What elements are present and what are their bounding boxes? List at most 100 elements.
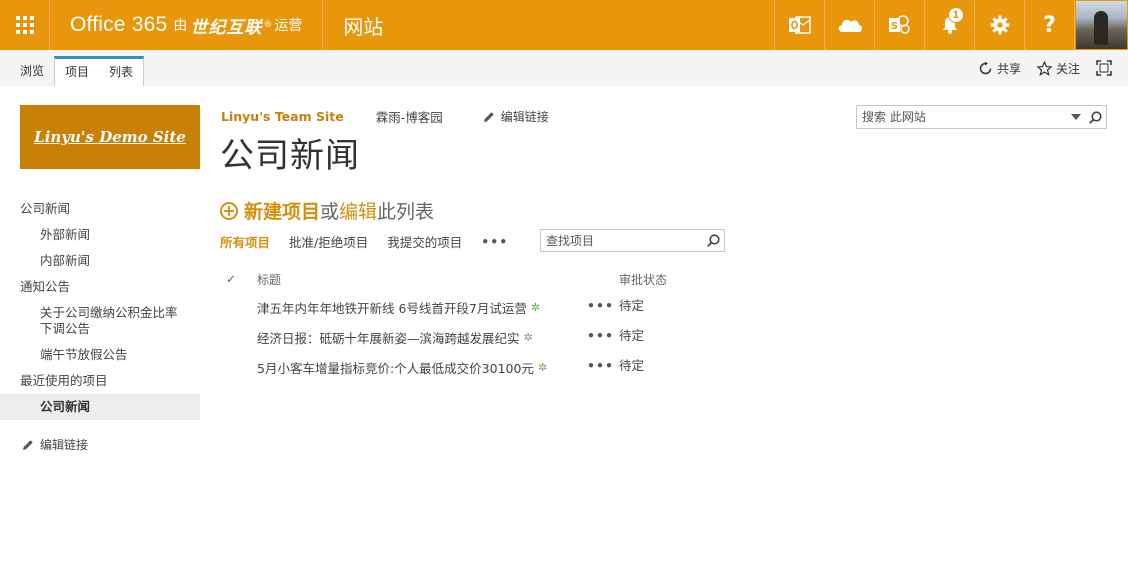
row-title-link[interactable]: 经济日报：砥砺十年展新姿—滨海跨越发展纪实 ✲ [257, 328, 619, 347]
nav-item-company-news[interactable]: 公司新闻 [0, 196, 200, 222]
nav-item-internal-news[interactable]: 内部新闻 [0, 248, 200, 274]
table-row[interactable]: 津五年内年年地铁开新线 6号线首开段7月试运营 ✲ ••• 待定 [220, 292, 740, 322]
row-status: 待定 [619, 297, 645, 313]
gear-icon [990, 15, 1009, 35]
section-title[interactable]: 网站 [323, 0, 403, 50]
site-search-input[interactable] [857, 106, 1068, 128]
avatar [1076, 1, 1127, 49]
user-avatar-button[interactable] [1074, 0, 1128, 50]
column-header-title[interactable]: 标题 [257, 271, 619, 288]
suite-bar: Office 365 由 世纪互联 ® 运营 网站 S 1 ? [0, 0, 1128, 50]
site-logo-text: Linyu's Demo Site [34, 128, 186, 146]
nav-item-recent[interactable]: 最近使用的项目 [0, 368, 200, 394]
brand-by-text: 由 [173, 18, 188, 34]
site-search-button[interactable] [1084, 110, 1106, 124]
settings-button[interactable] [974, 0, 1024, 50]
pencil-icon [483, 111, 494, 122]
search-icon [1088, 110, 1102, 124]
nav-item-recent-company-news[interactable]: 公司新闻 [0, 394, 200, 420]
share-button[interactable]: 共享 [978, 60, 1021, 77]
edit-list-link[interactable]: 编辑 [339, 197, 377, 224]
star-icon [1036, 60, 1052, 76]
site-search-box [856, 105, 1107, 129]
find-item-input[interactable] [541, 233, 702, 248]
share-icon [979, 61, 992, 74]
row-title-link[interactable]: 津五年内年年地铁开新线 6号线首开段7月试运营 ✲ [257, 298, 619, 317]
new-item-bar: + 新建项目 或 编辑 此列表 [220, 197, 434, 224]
new-item-icon: ✲ [537, 360, 548, 374]
new-item-icon: ✲ [530, 300, 541, 314]
brand-corp-text: 世纪互联 [190, 17, 263, 38]
sharepoint-button[interactable]: S [874, 0, 924, 50]
search-icon [706, 234, 720, 247]
view-all-items[interactable]: 所有项目 [220, 232, 270, 251]
find-item-button[interactable] [702, 234, 724, 247]
help-button[interactable]: ? [1024, 0, 1074, 50]
tab-items[interactable]: 项目 [55, 59, 99, 86]
brand-office-text: Office 365 [70, 13, 168, 36]
fullscreen-icon [1096, 60, 1112, 76]
nav-edit-links-label: 编辑链接 [40, 438, 89, 452]
new-item-or-text: 或 [320, 201, 340, 223]
ribbon-tabs: 浏览 项目 列表 [10, 50, 145, 86]
view-more-button[interactable]: ••• [481, 234, 508, 249]
list-tools-tab-group: 项目 列表 [54, 56, 145, 86]
tab-browse[interactable]: 浏览 [10, 56, 54, 86]
news-list: ✓ 标题 审批状态 津五年内年年地铁开新线 6号线首开段7月试运营 ✲ ••• … [220, 266, 740, 382]
select-all-checkmark[interactable]: ✓ [220, 272, 257, 286]
view-approve-reject[interactable]: 批准/拒绝项目 [289, 232, 368, 251]
caret-down-icon [1071, 114, 1081, 120]
notifications-button[interactable]: 1 [924, 0, 974, 50]
quick-launch-nav: 公司新闻 外部新闻 内部新闻 通知公告 关于公司缴纳公积金比率下调公告 端午节放… [0, 196, 200, 420]
row-title-text: 5月小客车增量指标竞价:个人最低成交价30100元 [257, 360, 534, 376]
nav-edit-links-button[interactable]: 编辑链接 [22, 436, 88, 453]
breadcrumb-blog-link[interactable]: 霖雨-博客园 [376, 107, 443, 126]
sharepoint-icon: S [888, 15, 910, 34]
row-more-button[interactable]: ••• [587, 328, 614, 343]
search-scope-dropdown[interactable] [1068, 114, 1084, 120]
find-item-box [540, 229, 725, 252]
waffle-icon [15, 16, 34, 34]
page-title: 公司新闻 [220, 136, 360, 176]
breadcrumb-site-link[interactable]: Linyu's Team Site [221, 109, 344, 124]
follow-label: 关注 [1055, 61, 1080, 76]
nav-item-external-news[interactable]: 外部新闻 [0, 222, 200, 248]
help-icon: ? [1043, 12, 1056, 38]
column-header-status[interactable]: 审批状态 [619, 271, 719, 288]
focus-content-button[interactable] [1096, 60, 1116, 76]
onedrive-button[interactable] [824, 0, 874, 50]
view-selector: 所有项目 批准/拒绝项目 我提交的项目 ••• [220, 229, 508, 253]
view-my-submissions[interactable]: 我提交的项目 [387, 232, 462, 251]
brand-logo[interactable]: Office 365 由 世纪互联 ® 运营 [50, 0, 324, 50]
svg-text:S: S [890, 21, 897, 32]
nav-item-announcements[interactable]: 通知公告 [0, 274, 200, 300]
nav-item-holiday-notice[interactable]: 端午节放假公告 [0, 342, 200, 368]
table-row[interactable]: 5月小客车增量指标竞价:个人最低成交价30100元 ✲ ••• 待定 [220, 352, 740, 382]
new-item-icon: ✲ [523, 330, 533, 344]
row-status: 待定 [619, 357, 645, 373]
share-label: 共享 [996, 61, 1021, 76]
ribbon-actions: 共享 关注 [962, 50, 1128, 86]
suite-bar-actions: S 1 ? [774, 0, 1128, 50]
tab-list[interactable]: 列表 [99, 59, 143, 86]
nav-item-housing-fund-notice[interactable]: 关于公司缴纳公积金比率下调公告 [0, 300, 200, 342]
row-status: 待定 [619, 327, 645, 343]
follow-button[interactable]: 关注 [1036, 60, 1080, 77]
app-launcher-button[interactable] [0, 0, 50, 50]
top-edit-links-label: 编辑链接 [500, 110, 549, 124]
new-item-rest-text: 此列表 [377, 201, 435, 223]
site-logo[interactable]: Linyu's Demo Site [20, 105, 200, 169]
top-edit-links-button[interactable]: 编辑链接 [483, 108, 549, 125]
brand-registered-mark: ® [263, 20, 273, 30]
row-more-button[interactable]: ••• [587, 358, 614, 373]
row-more-button[interactable]: ••• [587, 298, 614, 313]
outlook-icon [788, 16, 811, 34]
row-title-text: 津五年内年年地铁开新线 6号线首开段7月试运营 [257, 300, 527, 316]
row-title-link[interactable]: 5月小客车增量指标竞价:个人最低成交价30100元 ✲ [257, 358, 619, 377]
add-circle-icon[interactable]: + [220, 201, 238, 220]
row-title-text: 经济日报：砥砺十年展新姿—滨海跨越发展纪实 [257, 330, 520, 346]
table-row[interactable]: 经济日报：砥砺十年展新姿—滨海跨越发展纪实 ✲ ••• 待定 [220, 322, 740, 352]
notification-count-badge: 1 [948, 7, 964, 23]
outlook-button[interactable] [774, 0, 824, 50]
new-item-link[interactable]: 新建项目 [244, 197, 320, 224]
